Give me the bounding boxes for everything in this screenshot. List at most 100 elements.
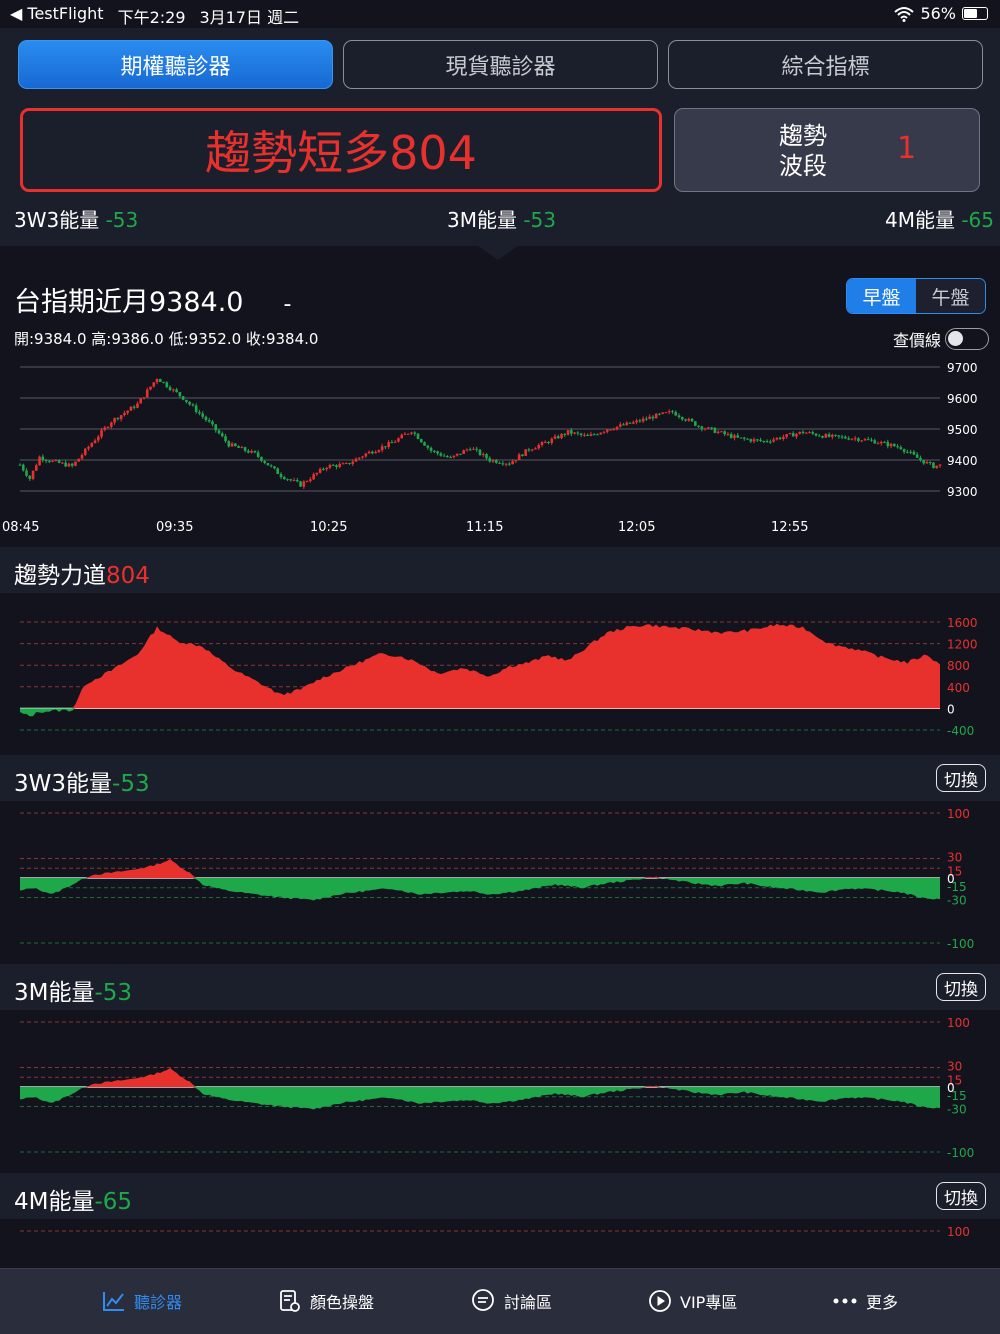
candle-body [906, 451, 909, 453]
battery-icon [962, 7, 988, 20]
candle-body [198, 412, 201, 414]
candle-body [817, 435, 821, 437]
candle-body [51, 460, 54, 462]
candle-body [534, 448, 537, 450]
candle-body [641, 418, 645, 422]
candle-body [35, 465, 38, 471]
candle-body [866, 439, 870, 441]
candle-body [348, 462, 351, 464]
candle-body [230, 443, 234, 447]
candle-body [791, 433, 795, 437]
session-afternoon[interactable]: 午盤 [916, 279, 985, 313]
tab-composite-indicator[interactable]: 綜合指標 [668, 40, 983, 89]
header-panel: 期權聽診器 現貨聽診器 綜合指標 趨勢短多804 趨勢 波段 1 3W3能量 -5… [0, 28, 1000, 246]
price-x-tick: 10:25 [310, 520, 347, 535]
back-to-app[interactable]: ◀ TestFlight [10, 4, 104, 28]
area-y-tick: -30 [947, 894, 967, 908]
session-morning[interactable]: 早盤 [847, 279, 916, 313]
candle-body [31, 470, 35, 479]
candle-body [459, 453, 462, 455]
lookline-toggle[interactable] [945, 328, 990, 350]
nav-stethoscope[interactable]: 聽診器 [102, 1289, 182, 1313]
candle-body [110, 422, 113, 427]
candle-body [119, 415, 123, 420]
candle-body [876, 443, 880, 445]
candle-body [517, 454, 521, 461]
candle-body [769, 441, 772, 443]
energy-4m-switch-button[interactable]: 切換 [936, 1182, 986, 1210]
candle-body [168, 387, 172, 391]
candle-body [821, 436, 824, 438]
battery-percent: 56% [920, 4, 956, 23]
candle-body [393, 441, 397, 443]
candle-body [726, 434, 730, 436]
candle-body [563, 433, 567, 435]
candle-body [495, 460, 498, 463]
candle-body [811, 432, 815, 434]
candle-body [556, 436, 560, 439]
candle-body [96, 436, 100, 441]
candle-body [136, 403, 139, 408]
play-circle-icon [649, 1290, 671, 1312]
candle-body [61, 462, 64, 464]
candle-body [720, 431, 723, 433]
candle-body [403, 433, 407, 435]
candle-body [879, 441, 883, 444]
energy-3w3-switch-button[interactable]: 切換 [936, 764, 986, 792]
trend-signal-box: 趨勢短多804 [20, 108, 662, 192]
candle-body [690, 418, 694, 422]
candle-body [129, 406, 133, 411]
session-toggle: 早盤 午盤 [846, 278, 986, 314]
energy-3m-switch-button[interactable]: 切換 [936, 973, 986, 1001]
nav-vip[interactable]: VIP專區 [648, 1289, 737, 1313]
candle-body [713, 427, 717, 433]
trend-wave-value: 1 [897, 131, 917, 166]
candle-body [397, 438, 400, 442]
candle-body [850, 438, 854, 440]
candle-body [798, 431, 802, 434]
candle-body [612, 429, 616, 431]
nav-color-trading[interactable]: 顏色操盤 [278, 1289, 374, 1313]
area-y-tick: 30 [947, 1060, 962, 1074]
ohlc-readout: 開:9384.0 高:9386.0 低:9352.0 收:9384.0 [14, 330, 319, 348]
candle-body [628, 422, 632, 424]
panel-pointer [478, 246, 518, 260]
area-y-tick: 30 [947, 851, 962, 865]
candle-body [883, 441, 886, 443]
candle-body [449, 457, 452, 459]
candle-body [772, 439, 775, 442]
candle-body [201, 413, 204, 417]
energy-3m-chart: 10030150-15-30-100 [20, 1016, 974, 1160]
candle-body [928, 461, 932, 463]
candle-body [234, 443, 237, 447]
candle-body [172, 389, 175, 391]
nav-more[interactable]: 更多 [832, 1289, 898, 1313]
tab-options-stethoscope[interactable]: 期權聽診器 [18, 40, 333, 89]
candle-body [269, 465, 273, 467]
candle-body [145, 389, 149, 398]
candle-body [537, 444, 541, 449]
candle-body [194, 405, 198, 413]
price-change: - [283, 292, 292, 317]
candle-body [227, 441, 231, 447]
area-y-tick: 1200 [947, 638, 978, 652]
candle-body [260, 456, 263, 462]
area-y-tick: 100 [947, 1225, 970, 1239]
status-date: 3月17日 週二 [199, 8, 300, 27]
candle-body [540, 442, 544, 445]
tab-spot-stethoscope[interactable]: 現貨聽診器 [343, 40, 658, 89]
candle-body [648, 416, 651, 420]
trend-wave-box[interactable]: 趨勢 波段 1 [674, 108, 980, 192]
candle-body [560, 433, 563, 439]
candle-body [615, 426, 619, 430]
nav-discussion[interactable]: 討論區 [470, 1289, 552, 1313]
candle-body [658, 413, 661, 415]
candle-body [253, 450, 257, 453]
candle-body [371, 451, 374, 454]
candle-body [152, 382, 156, 387]
candle-body [579, 433, 583, 435]
candle-body [622, 424, 625, 426]
candle-body [367, 451, 371, 454]
candle-body [406, 433, 410, 435]
price-y-tick: 9700 [947, 361, 978, 375]
